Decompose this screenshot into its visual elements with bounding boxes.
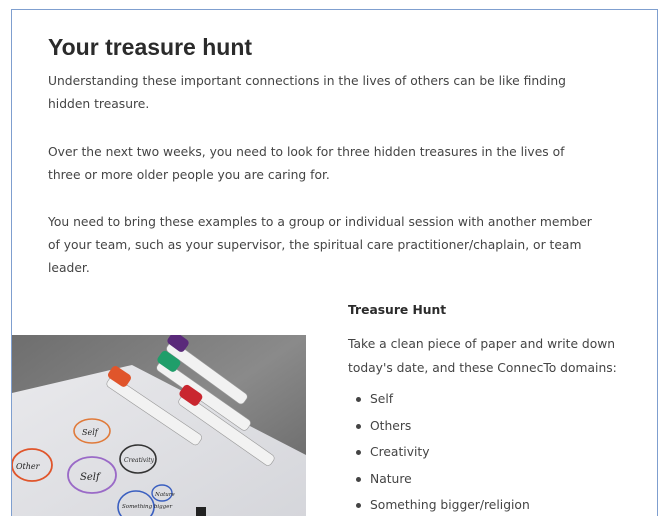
word-something-bigger: Something bigger — [122, 504, 172, 510]
bullet-icon — [356, 397, 361, 402]
list-item: Something bigger/religion — [348, 492, 648, 516]
bullet-icon — [356, 476, 361, 482]
domain-label: Creativity — [370, 445, 430, 459]
treasure-hunt-instruction: Take a clean piece of paper and write do… — [348, 337, 617, 375]
word-self-large: Self — [80, 472, 102, 483]
markers-illustration: Self Other Self Creativity Something big… — [12, 335, 306, 516]
list-item: Creativity — [348, 439, 648, 466]
list-item: Others — [348, 413, 648, 440]
domain-label: Others — [370, 418, 412, 433]
list-item: Nature — [348, 466, 648, 493]
word-self: Self — [82, 428, 100, 437]
word-other: Other — [16, 462, 41, 471]
session-paragraph: You need to bring these examples to a gr… — [48, 215, 592, 275]
domain-label: Nature — [370, 471, 412, 486]
word-creativity: Creativity — [124, 457, 155, 464]
domain-list: Self Others Creativity Nature Something … — [348, 386, 648, 516]
instruction-paragraph: Over the next two weeks, you need to loo… — [48, 145, 565, 182]
markers-photo: Self Other Self Creativity Something big… — [12, 335, 306, 516]
word-nature: Nature — [154, 492, 175, 498]
domain-label: Something bigger/religion — [370, 498, 530, 512]
marker-black-cap — [196, 507, 206, 516]
page-title: Your treasure hunt — [48, 34, 253, 60]
content-panel: Your treasure hunt Understanding these i… — [11, 9, 658, 516]
treasure-hunt-section: Treasure Hunt Take a clean piece of pape… — [348, 298, 648, 516]
bullet-icon — [356, 423, 361, 429]
list-item: Self — [348, 386, 648, 413]
domain-label: Self — [370, 392, 394, 406]
bullet-icon — [356, 450, 361, 455]
bullet-icon — [356, 503, 361, 508]
intro-paragraph: Understanding these important connection… — [48, 74, 566, 111]
treasure-hunt-heading: Treasure Hunt — [348, 303, 447, 317]
